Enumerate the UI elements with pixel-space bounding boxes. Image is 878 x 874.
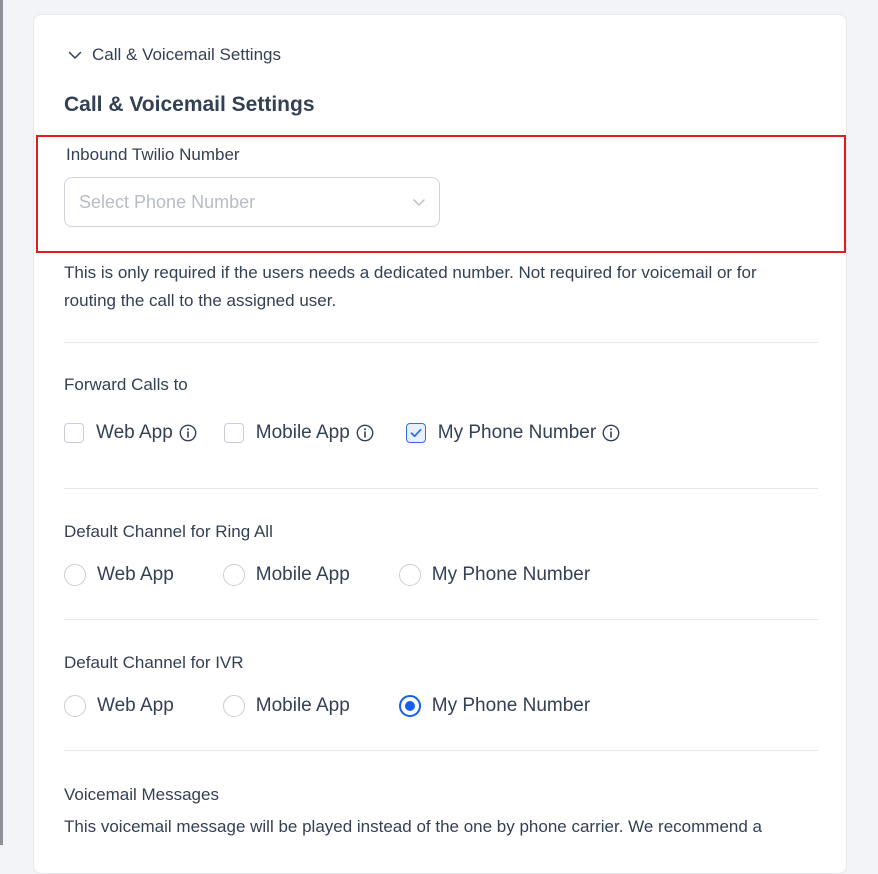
my-phone-number-checkbox[interactable] — [405, 423, 426, 443]
section-title: Call & Voicemail Settings — [64, 93, 315, 116]
forward-web-app-option[interactable]: Web App — [64, 422, 197, 444]
web-app-radio[interactable] — [64, 695, 86, 717]
ring-all-label: Default Channel for Ring All — [64, 522, 273, 541]
inbound-number-label: Inbound Twilio Number — [66, 145, 240, 164]
ring-all-my-phone-number-option[interactable]: My Phone Number — [398, 564, 591, 586]
chevron-down-icon — [411, 194, 427, 210]
chevron-down-icon — [67, 47, 83, 63]
help-text-line-2: routing the call to the assigned user. — [64, 291, 337, 310]
option-label: Mobile App — [255, 695, 350, 716]
settings-card: Call & Voicemail Settings Call & Voicema… — [33, 14, 847, 874]
divider — [64, 342, 818, 343]
ring-all-web-app-option[interactable]: Web App — [64, 564, 174, 586]
my-phone-number-radio[interactable] — [398, 564, 421, 586]
phone-number-select[interactable]: Select Phone Number — [64, 177, 440, 227]
web-app-checkbox[interactable] — [64, 423, 84, 443]
ivr-web-app-option[interactable]: Web App — [64, 695, 174, 717]
voicemail-description: This voicemail message will be played in… — [64, 817, 762, 836]
forward-calls-options: Web App Mobile App My Phone Number — [64, 420, 620, 446]
ivr-my-phone-number-option[interactable]: My Phone Number — [398, 695, 591, 717]
ring-all-mobile-app-option[interactable]: Mobile App — [222, 564, 350, 586]
forward-calls-label: Forward Calls to — [64, 375, 188, 394]
info-icon[interactable] — [179, 424, 197, 442]
ivr-mobile-app-option[interactable]: Mobile App — [222, 695, 350, 717]
option-label: Web App — [97, 564, 174, 585]
ivr-options: Web App Mobile App My Phone Number — [64, 693, 590, 719]
web-app-radio[interactable] — [64, 564, 86, 586]
option-label: Web App — [97, 695, 174, 716]
info-icon[interactable] — [356, 424, 374, 442]
info-icon[interactable] — [602, 424, 620, 442]
phone-number-placeholder: Select Phone Number — [79, 191, 256, 212]
ring-all-options: Web App Mobile App My Phone Number — [64, 562, 590, 588]
mobile-app-radio[interactable] — [222, 564, 245, 586]
ivr-label: Default Channel for IVR — [64, 653, 244, 672]
divider — [64, 488, 818, 489]
radio-dot — [404, 701, 415, 711]
forward-my-phone-number-option[interactable]: My Phone Number — [405, 422, 620, 444]
window-edge — [0, 0, 3, 845]
divider — [64, 619, 818, 620]
accordion-toggle[interactable]: Call & Voicemail Settings — [67, 43, 281, 67]
option-label: Mobile App — [255, 564, 350, 585]
my-phone-number-radio[interactable] — [398, 695, 421, 717]
option-label: My Phone Number — [431, 695, 591, 716]
option-label: Mobile App — [255, 422, 350, 443]
inbound-help-text: This is only required if the users needs… — [64, 259, 794, 315]
option-label: My Phone Number — [437, 422, 597, 443]
accordion-title: Call & Voicemail Settings — [92, 45, 281, 64]
checkmark-icon — [410, 428, 422, 438]
mobile-app-radio[interactable] — [222, 695, 245, 717]
voicemail-label: Voicemail Messages — [64, 785, 219, 804]
forward-mobile-app-option[interactable]: Mobile App — [223, 422, 374, 444]
option-label: My Phone Number — [431, 564, 591, 585]
divider — [64, 750, 818, 751]
option-label: Web App — [96, 422, 173, 443]
help-text-line-1: This is only required if the users needs… — [64, 263, 757, 282]
mobile-app-checkbox[interactable] — [223, 423, 244, 443]
